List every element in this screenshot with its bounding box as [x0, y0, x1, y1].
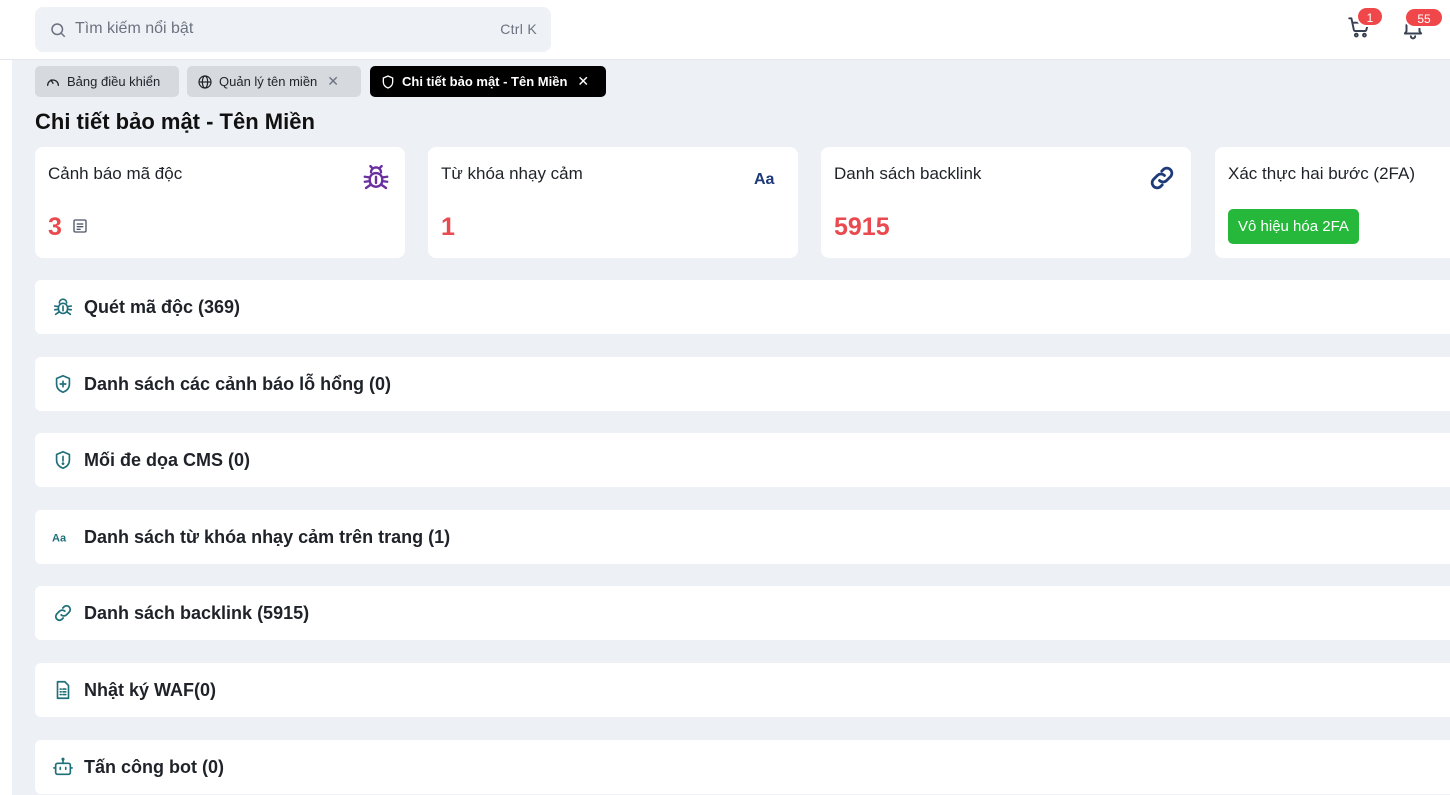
font-icon: Aa — [754, 171, 775, 188]
two-factor-card: Xác thực hai bước (2FA) Vô hiệu hóa 2FA — [1215, 147, 1450, 258]
log-file-icon — [56, 680, 70, 700]
malware-alert-card: Cảnh báo mã độc 3 — [35, 147, 405, 258]
sensitive-keywords-card: Từ khóa nhạy cảm Aa 1 — [428, 147, 798, 258]
details-icon[interactable] — [72, 218, 88, 234]
search-icon — [51, 23, 66, 38]
tab-label: Chi tiết bảo mật - Tên Miền — [402, 74, 568, 89]
close-icon[interactable]: ✕ — [327, 73, 339, 90]
card-label: Từ khóa nhạy cảm — [441, 164, 583, 183]
section-title: Quét mã độc (369) — [84, 296, 241, 317]
tab-security-detail[interactable]: Chi tiết bảo mật - Tên Miền ✕ — [370, 66, 606, 97]
close-icon[interactable]: ✕ — [577, 73, 589, 90]
section-vulnerability-alerts[interactable]: Danh sách các cảnh báo lỗ hổng (0) — [35, 357, 1450, 411]
section-title: Danh sách các cảnh báo lỗ hổng (0) — [84, 373, 392, 394]
card-value: 1 — [441, 213, 455, 241]
notification-count-badge: 55 — [1404, 7, 1444, 28]
cart-count-badge: 1 — [1356, 6, 1384, 27]
section-title: Danh sách backlink (5915) — [84, 602, 310, 623]
card-value: 3 — [48, 213, 62, 241]
svg-text:Aa: Aa — [52, 533, 67, 545]
section-backlinks[interactable]: Danh sách backlink (5915) — [35, 586, 1450, 640]
gauge-icon — [47, 78, 59, 86]
section-cms-threats[interactable]: Mối đe dọa CMS (0) — [35, 433, 1450, 487]
section-waf-log[interactable]: Nhật ký WAF(0) — [35, 663, 1450, 717]
tab-dashboard[interactable]: Bảng điều khiển — [35, 66, 179, 97]
shield-icon — [382, 74, 394, 89]
link-icon — [54, 604, 72, 622]
section-sensitive-keywords[interactable]: Aa Danh sách từ khóa nhạy cảm trên trang… — [35, 510, 1450, 564]
tab-label: Quản lý tên miền — [219, 74, 318, 89]
disable-2fa-button[interactable]: Vô hiệu hóa 2FA — [1228, 209, 1359, 244]
section-bot-attacks[interactable]: Tấn công bot (0) — [35, 740, 1450, 794]
card-label: Danh sách backlink — [834, 164, 982, 183]
backlink-card: Danh sách backlink 5915 — [821, 147, 1191, 258]
card-label: Xác thực hai bước (2FA) — [1228, 164, 1415, 183]
globe-icon — [198, 74, 212, 89]
section-title: Danh sách từ khóa nhạy cảm trên trang (1… — [84, 526, 451, 547]
section-title: Tấn công bot (0) — [84, 756, 224, 777]
section-title: Nhật ký WAF(0) — [84, 679, 217, 700]
bug-icon — [363, 164, 389, 190]
left-edge — [0, 60, 12, 795]
page-title: Chi tiết bảo mật - Tên Miền — [35, 109, 315, 134]
font-icon: Aa — [52, 533, 67, 545]
tab-label: Bảng điều khiển — [67, 74, 161, 89]
bot-icon — [53, 757, 73, 776]
search-shortcut: Ctrl K — [500, 21, 537, 37]
svg-text:Aa: Aa — [754, 171, 775, 188]
top-bar: Tìm kiếm nổi bật Ctrl K 1 55 — [0, 0, 1450, 60]
search-placeholder: Tìm kiếm nổi bật — [75, 20, 194, 37]
tab-domain-management[interactable]: Quản lý tên miền ✕ — [187, 66, 361, 97]
bug-icon — [53, 298, 73, 316]
shield-plus-icon — [55, 374, 71, 394]
section-malware-scan[interactable]: Quét mã độc (369) — [35, 280, 1450, 334]
shield-alert-icon — [55, 450, 71, 470]
link-icon — [1150, 166, 1174, 190]
card-value: 5915 — [834, 213, 890, 241]
section-title: Mối đe dọa CMS (0) — [84, 449, 250, 470]
card-label: Cảnh báo mã độc — [48, 164, 183, 183]
search-box[interactable]: Tìm kiếm nổi bật Ctrl K — [35, 7, 551, 52]
